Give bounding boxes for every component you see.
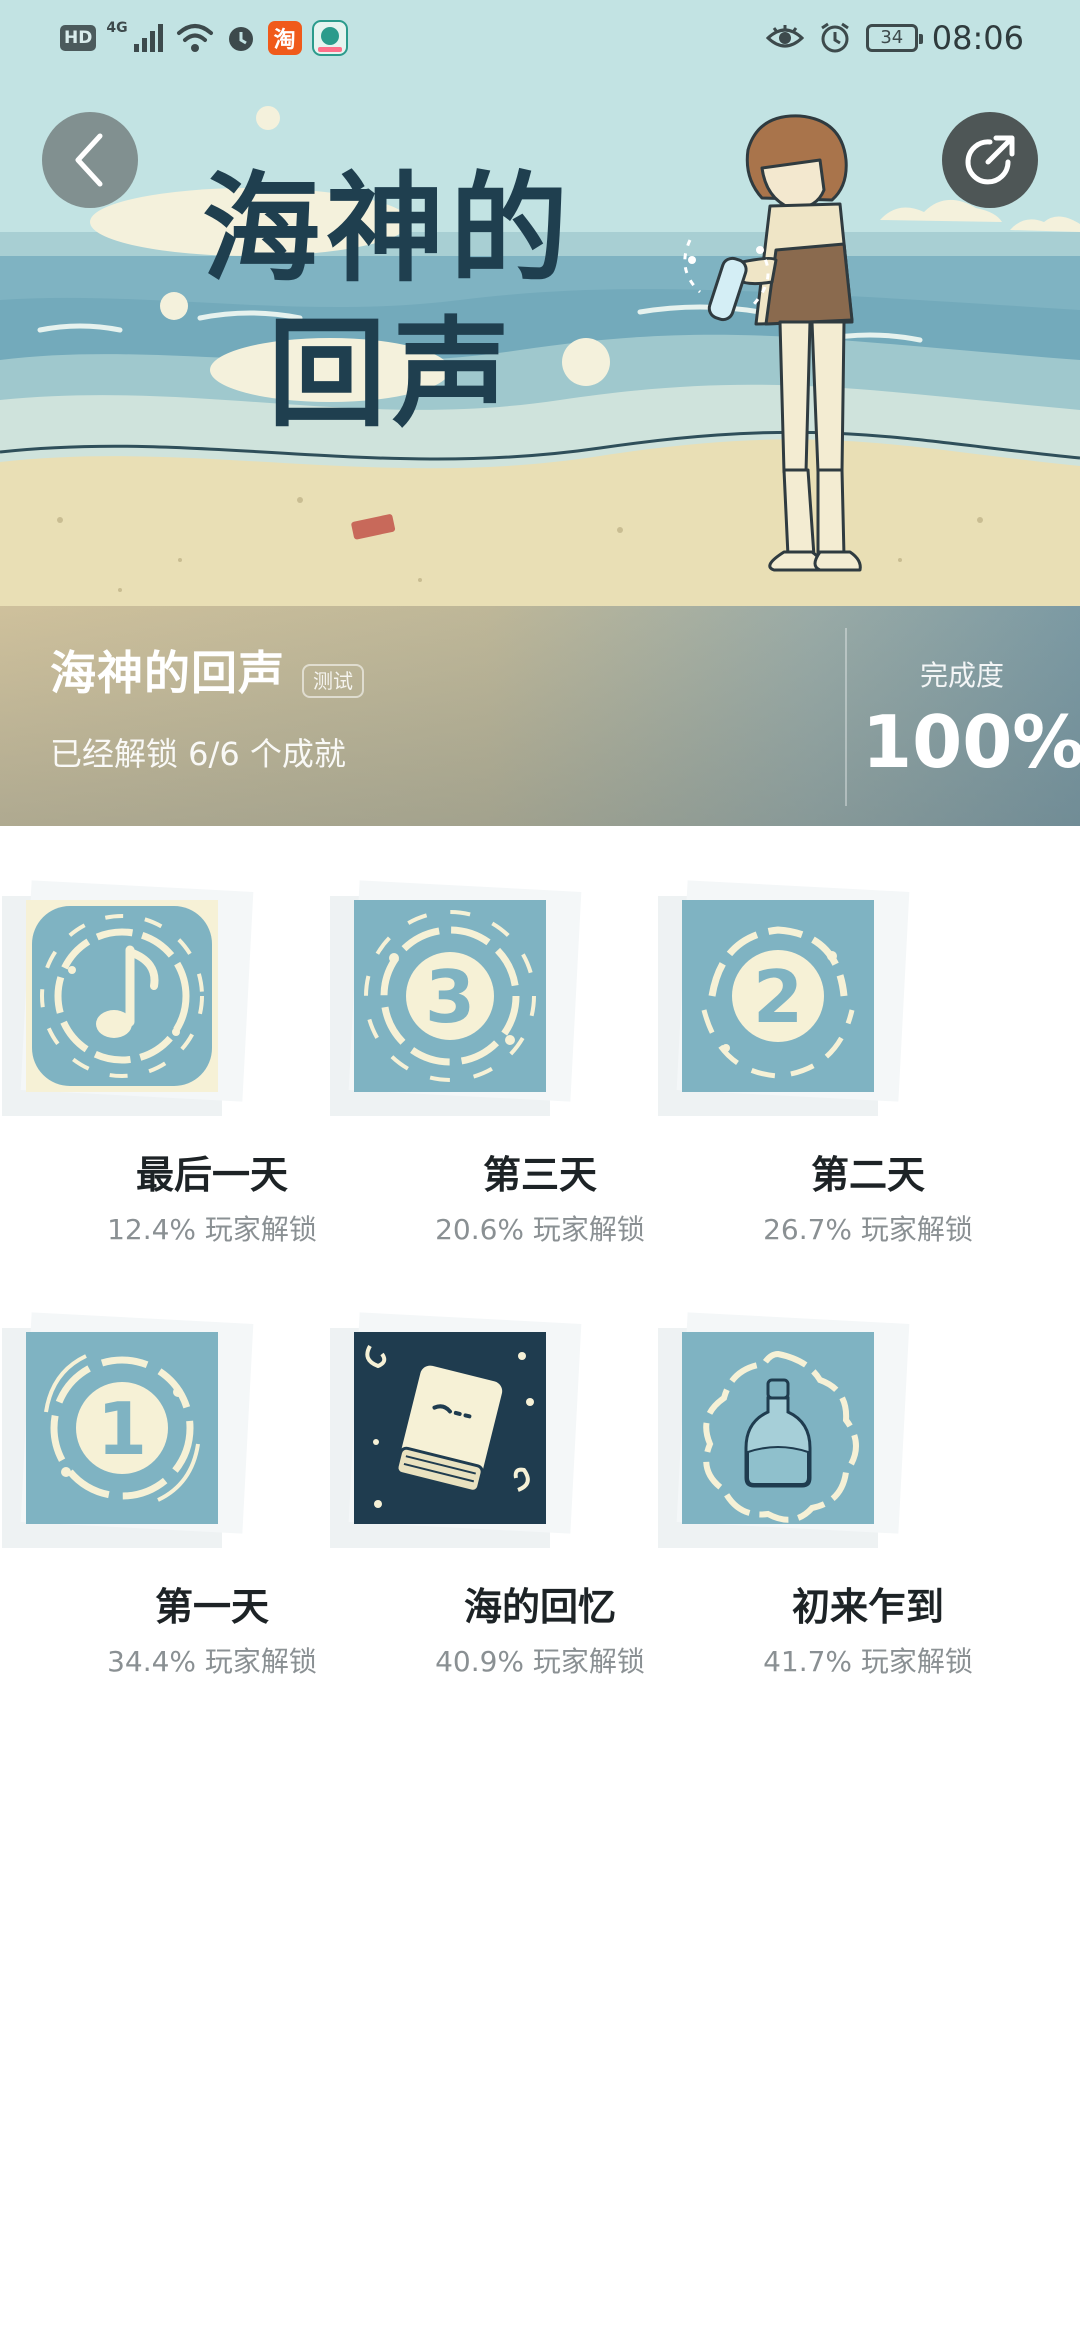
unlock-summary: 已经解锁 6/6 个成就 bbox=[50, 735, 346, 773]
achievement-name: 第二天 bbox=[810, 1153, 925, 1197]
taobao-app-icon: 淘 bbox=[267, 21, 302, 55]
number-2-icon: 2 bbox=[682, 900, 874, 1092]
signal-icon bbox=[133, 24, 163, 52]
book-icon bbox=[354, 1332, 546, 1524]
number-1-icon: 1 bbox=[26, 1332, 218, 1524]
network-type: 4G bbox=[106, 20, 128, 36]
completion-value: 100% bbox=[862, 700, 1080, 784]
svg-text:1: 1 bbox=[97, 1387, 147, 1471]
music-note-icon bbox=[26, 900, 218, 1092]
alarm-icon bbox=[820, 22, 849, 53]
achievement-card[interactable]: 海的回忆 40.9% 玩家解锁 bbox=[330, 1298, 658, 1678]
number-3-icon: 3 bbox=[354, 900, 546, 1092]
achievement-rate: 26.7% 玩家解锁 bbox=[763, 1213, 973, 1246]
achievement-card[interactable]: 3 第三天 20.6% 玩家解锁 bbox=[330, 866, 658, 1246]
game-info-bar: 海神的回声 测试 已经解锁 6/6 个成就 完成度 100% bbox=[0, 606, 1080, 826]
hd-icon: HD bbox=[60, 25, 97, 51]
back-button[interactable] bbox=[42, 112, 138, 208]
battery-level: 34 bbox=[880, 27, 904, 48]
achievement-page: 海神的 回声 HD 4G 淘 34 08:06 海神的回声 测试 已经解锁 6/… bbox=[0, 0, 1080, 2340]
achievement-card[interactable]: 1 第一天 34.4% 玩家解锁 bbox=[2, 1298, 330, 1678]
wifi-icon bbox=[176, 24, 213, 52]
status-bar: HD 4G 淘 34 08:06 bbox=[0, 0, 1080, 76]
achievement-card[interactable]: 最后一天 12.4% 玩家解锁 bbox=[2, 866, 330, 1246]
game-banner: 海神的 回声 HD 4G 淘 34 08:06 海神的回声 测试 已经解锁 6/… bbox=[0, 0, 1080, 826]
game-title: 海神的回声 bbox=[50, 646, 285, 700]
eye-icon bbox=[765, 25, 804, 48]
achievement-card[interactable]: 2 第二天 26.7% 玩家解锁 bbox=[658, 866, 986, 1246]
test-tag: 测试 bbox=[302, 664, 364, 698]
svg-text:2: 2 bbox=[753, 955, 803, 1039]
bottle-icon bbox=[682, 1332, 874, 1524]
achievement-name: 初来乍到 bbox=[791, 1585, 944, 1629]
alarm-icon bbox=[228, 27, 253, 51]
clock: 08:06 bbox=[931, 19, 1024, 57]
svg-text:回声: 回声 bbox=[268, 305, 516, 443]
app-icon bbox=[311, 20, 348, 56]
svg-text:3: 3 bbox=[425, 955, 475, 1039]
achievement-card[interactable]: 初来乍到 41.7% 玩家解锁 bbox=[658, 1298, 986, 1678]
share-button[interactable] bbox=[942, 112, 1038, 208]
divider bbox=[845, 628, 847, 806]
completion-label: 完成度 bbox=[919, 659, 1004, 692]
share-icon bbox=[965, 135, 1015, 185]
achievement-rate: 41.7% 玩家解锁 bbox=[763, 1645, 973, 1678]
battery-icon: 34 bbox=[865, 24, 923, 52]
svg-text:海神的: 海神的 bbox=[202, 160, 574, 298]
chevron-left-icon bbox=[75, 133, 103, 187]
